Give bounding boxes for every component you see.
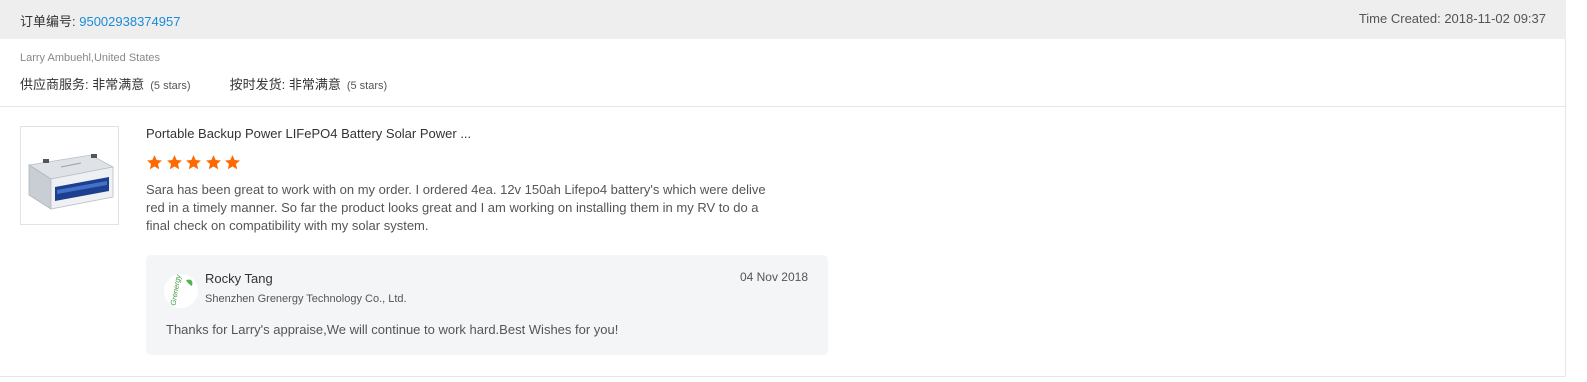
time-created: Time Created: 2018-11-02 09:37 bbox=[1358, 11, 1546, 26]
rating-label: 按时发货: bbox=[229, 77, 289, 92]
order-header: 订单编号: 95002938374957 Time Created: 2018-… bbox=[0, 0, 1566, 39]
reply-text: Thanks for Larry's appraise,We will cont… bbox=[166, 322, 619, 337]
supplier-reply-name: Rocky Tang bbox=[205, 271, 273, 286]
star-icon bbox=[147, 155, 162, 170]
order-label-text: 订单编号: bbox=[20, 14, 80, 29]
supplier-logo: Grenergy bbox=[164, 274, 198, 308]
buyer-name-location: Larry Ambuehl,United States bbox=[20, 52, 161, 64]
reply-date: 04 Nov 2018 bbox=[739, 270, 808, 284]
rating-supplier-service: 供应商服务: 非常满意 (5 stars) bbox=[20, 74, 191, 93]
grenergy-logo-icon: Grenergy bbox=[168, 274, 193, 306]
supplier-ratings: 供应商服务: 非常满意 (5 stars) 按时发货: 非常满意 (5 stars) bbox=[20, 74, 426, 93]
review-line: red in a timely manner. So far the produ… bbox=[146, 200, 759, 215]
rating-label: 供应商服务: bbox=[20, 77, 93, 92]
supplier-reply: Grenergy Rocky Tang Shenzhen Grenergy Te… bbox=[146, 255, 828, 355]
buyer-info: Larry Ambuehl,United States 供应商服务: 非常满意 (… bbox=[0, 39, 1566, 107]
rating-on-time-delivery: 按时发货: 非常满意 (5 stars) bbox=[230, 74, 388, 93]
review-line: Sara has been great to work with on my o… bbox=[146, 182, 766, 197]
rating-stars: (5 stars) bbox=[150, 80, 191, 92]
svg-text:Grenergy: Grenergy bbox=[168, 274, 183, 306]
star-icon bbox=[205, 155, 221, 170]
review-text: Sara has been great to work with on my o… bbox=[146, 181, 806, 235]
review-star-rating bbox=[146, 154, 244, 171]
battery-product-image bbox=[27, 154, 115, 210]
star-icon bbox=[225, 155, 240, 170]
order-number-label: 订单编号: 95002938374957 bbox=[20, 11, 180, 30]
rating-stars: (5 stars) bbox=[346, 80, 388, 92]
star-icon bbox=[166, 155, 182, 170]
review-line: final check on compatibility with my sol… bbox=[146, 218, 429, 233]
rating-value: 非常满意 bbox=[92, 77, 145, 92]
star-icon bbox=[186, 155, 201, 170]
product-title-link[interactable]: Portable Backup Power LIFePO4 Battery So… bbox=[146, 126, 471, 141]
product-image[interactable] bbox=[20, 126, 119, 225]
rating-value: 非常满意 bbox=[288, 77, 341, 92]
order-number-link[interactable]: 95002938374957 bbox=[79, 14, 180, 29]
supplier-company-name: Shenzhen Grenergy Technology Co., Ltd. bbox=[205, 293, 407, 305]
review-card: 订单编号: 95002938374957 Time Created: 2018-… bbox=[0, 0, 1566, 377]
